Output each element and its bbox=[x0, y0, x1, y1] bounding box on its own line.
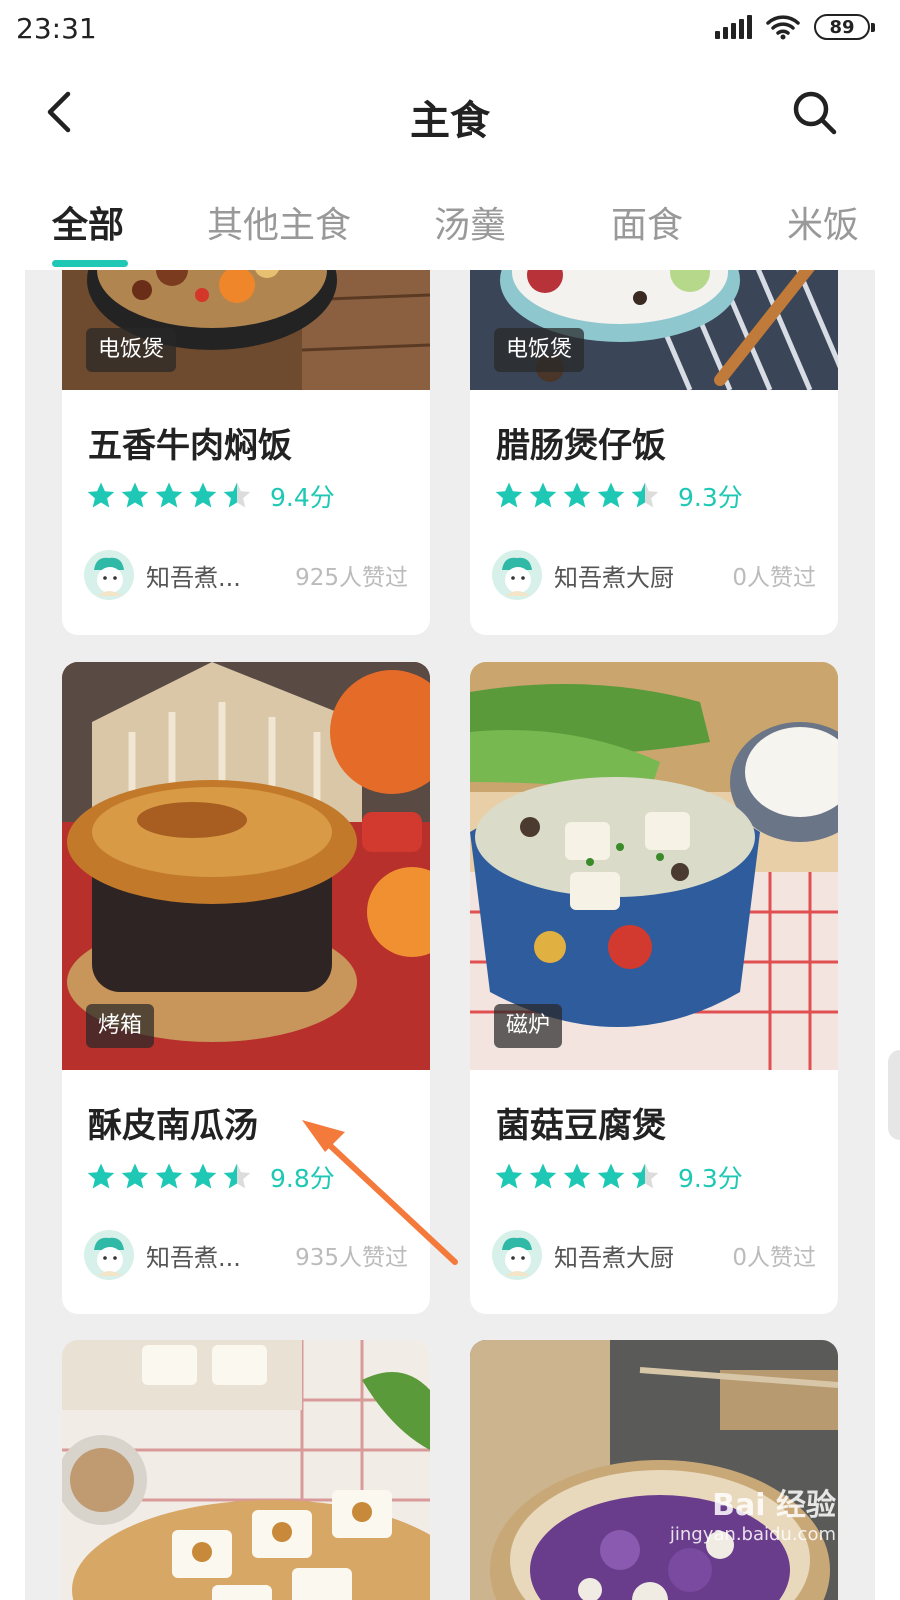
recipe-card[interactable]: 电饭煲 五香牛肉焖饭 9.4分 知吾煮... 925人赞过 bbox=[62, 270, 430, 635]
active-tab-indicator bbox=[52, 260, 128, 267]
header: 主食 bbox=[0, 64, 900, 164]
star-icon bbox=[121, 482, 149, 508]
recipe-card[interactable] bbox=[470, 1340, 838, 1600]
watermark-url: jingyan.baidu.com bbox=[669, 1524, 836, 1545]
star-icon bbox=[597, 1163, 625, 1189]
category-tabs: 全部 其他主食 汤羹 面食 米饭 bbox=[0, 180, 900, 270]
tab-rice[interactable]: 米饭 bbox=[787, 196, 859, 248]
star-icon bbox=[597, 482, 625, 508]
star-icon bbox=[631, 1163, 659, 1189]
star-icon bbox=[121, 1163, 149, 1189]
star-icon bbox=[223, 482, 251, 508]
tab-noodles[interactable]: 面食 bbox=[611, 196, 683, 248]
star-icon bbox=[155, 482, 183, 508]
dish-name: 菌菇豆腐煲 bbox=[496, 1106, 666, 1146]
author-name: 知吾煮大厨 bbox=[554, 563, 674, 592]
recipe-image: 电饭煲 bbox=[62, 270, 430, 390]
recipe-image: 烤箱 bbox=[62, 662, 430, 1070]
author-row: 知吾煮大厨 0人赞过 bbox=[492, 550, 816, 600]
tab-other-staples[interactable]: 其他主食 bbox=[207, 196, 351, 248]
author-row: 知吾煮... 935人赞过 bbox=[84, 1230, 408, 1280]
rating-score: 9.8分 bbox=[270, 1164, 335, 1193]
recipe-image: 磁炉 bbox=[470, 662, 838, 1070]
author-avatar bbox=[492, 1230, 542, 1280]
author-name: 知吾煮... bbox=[146, 1243, 241, 1272]
recipe-card[interactable]: 磁炉 菌菇豆腐煲 9.3分 知吾煮大厨 0人赞过 bbox=[470, 662, 838, 1314]
rating: 9.3分 bbox=[494, 478, 743, 514]
star-icon bbox=[529, 1163, 557, 1189]
search-icon[interactable] bbox=[790, 88, 840, 138]
star-icon bbox=[155, 1163, 183, 1189]
recipe-card[interactable] bbox=[62, 1340, 430, 1600]
chef-avatar-icon bbox=[492, 550, 542, 600]
star-icon bbox=[563, 482, 591, 508]
cookware-tag: 电饭煲 bbox=[494, 328, 585, 372]
status-icons: 89 bbox=[715, 14, 875, 40]
chef-avatar-icon bbox=[492, 1230, 542, 1280]
cookware-tag: 电饭煲 bbox=[86, 328, 177, 372]
like-count: 925人赞过 bbox=[295, 565, 408, 591]
like-count: 0人赞过 bbox=[732, 565, 816, 591]
tab-soups[interactable]: 汤羹 bbox=[434, 196, 506, 248]
dish-name: 酥皮南瓜汤 bbox=[88, 1106, 258, 1146]
star-icon bbox=[563, 1163, 591, 1189]
wifi-icon bbox=[766, 15, 800, 40]
recipe-image: 电饭煲 bbox=[470, 270, 838, 390]
status-bar: 23:31 89 bbox=[0, 0, 900, 64]
chef-avatar-icon bbox=[84, 1230, 134, 1280]
rating: 9.4分 bbox=[86, 478, 335, 514]
recipe-grid: 电饭煲 五香牛肉焖饭 9.4分 知吾煮... 925人赞过 电饭煲 腊肠煲仔饭 … bbox=[25, 270, 875, 1600]
like-count: 935人赞过 bbox=[295, 1245, 408, 1271]
author-row: 知吾煮... 925人赞过 bbox=[84, 550, 408, 600]
status-time: 23:31 bbox=[16, 12, 97, 45]
recipe-image bbox=[470, 1340, 838, 1600]
dish-name: 腊肠煲仔饭 bbox=[496, 426, 666, 466]
recipe-card[interactable]: 电饭煲 腊肠煲仔饭 9.3分 知吾煮大厨 0人赞过 bbox=[470, 270, 838, 635]
star-icon bbox=[631, 482, 659, 508]
watermark: Bai 经验 jingyan.baidu.com bbox=[670, 1480, 836, 1545]
like-count: 0人赞过 bbox=[732, 1245, 816, 1271]
star-icon bbox=[495, 1163, 523, 1189]
rating: 9.8分 bbox=[86, 1159, 335, 1195]
recipe-card[interactable]: 烤箱 酥皮南瓜汤 9.8分 知吾煮... 935人赞过 bbox=[62, 662, 430, 1314]
star-icon bbox=[87, 482, 115, 508]
signal-icon bbox=[715, 15, 752, 39]
rating-score: 9.3分 bbox=[678, 1164, 743, 1193]
cookware-tag: 磁炉 bbox=[494, 1004, 563, 1048]
rating: 9.3分 bbox=[494, 1159, 743, 1195]
star-icon bbox=[189, 482, 217, 508]
chef-avatar-icon bbox=[84, 550, 134, 600]
star-icon bbox=[87, 1163, 115, 1189]
author-avatar bbox=[84, 550, 134, 600]
rating-score: 9.4分 bbox=[270, 483, 335, 512]
tab-all[interactable]: 全部 bbox=[52, 196, 124, 248]
dish-name: 五香牛肉焖饭 bbox=[88, 426, 292, 466]
watermark-brand: Bai 经验 bbox=[712, 1488, 836, 1523]
side-handle[interactable] bbox=[888, 1050, 900, 1140]
author-name: 知吾煮大厨 bbox=[554, 1243, 674, 1272]
page-title: 主食 bbox=[410, 98, 490, 144]
star-icon bbox=[189, 1163, 217, 1189]
star-icon bbox=[495, 482, 523, 508]
author-name: 知吾煮... bbox=[146, 563, 241, 592]
author-avatar bbox=[492, 550, 542, 600]
star-icon bbox=[529, 482, 557, 508]
cookware-tag: 烤箱 bbox=[86, 1004, 155, 1048]
recipe-image bbox=[62, 1340, 430, 1600]
author-row: 知吾煮大厨 0人赞过 bbox=[492, 1230, 816, 1280]
rating-score: 9.3分 bbox=[678, 483, 743, 512]
star-icon bbox=[223, 1163, 251, 1189]
battery-icon: 89 bbox=[814, 14, 875, 40]
author-avatar bbox=[84, 1230, 134, 1280]
